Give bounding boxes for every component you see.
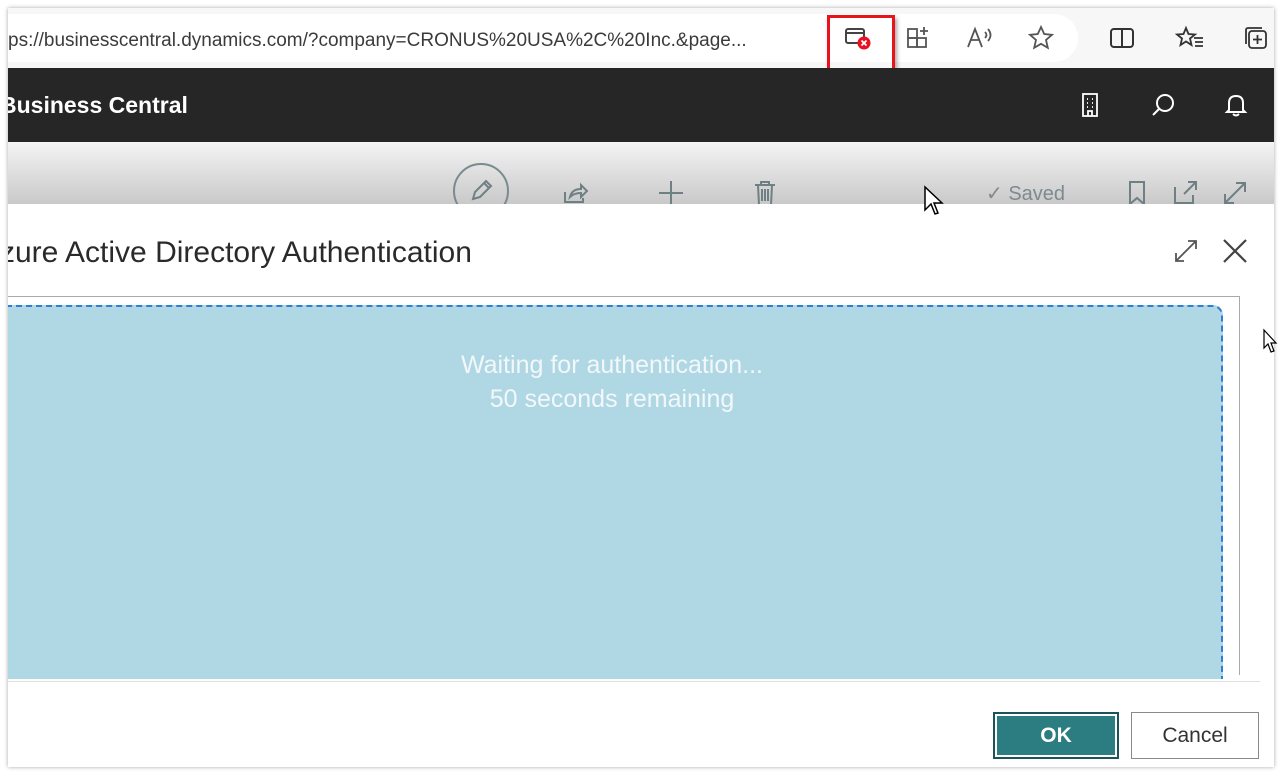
split-screen-icon[interactable] xyxy=(1104,20,1140,56)
dialog-expand-icon[interactable] xyxy=(1169,234,1203,268)
app-header: Business Central xyxy=(8,68,1274,142)
read-aloud-icon[interactable] xyxy=(962,20,998,56)
popup-blocked-highlight xyxy=(827,15,895,71)
app-title: Business Central xyxy=(8,92,188,118)
favorite-star-icon[interactable] xyxy=(1023,20,1059,56)
collections-icon[interactable] xyxy=(1238,20,1274,56)
footer-divider xyxy=(8,681,1260,682)
ok-button[interactable]: OK xyxy=(993,712,1119,759)
auth-waiting-text: Waiting for authentication... xyxy=(460,351,763,379)
close-icon[interactable] xyxy=(1218,234,1252,268)
bookmark-icon[interactable] xyxy=(1122,178,1152,204)
auth-status-panel: Waiting for authentication... 50 seconds… xyxy=(8,305,1223,679)
mouse-cursor-icon xyxy=(923,185,945,222)
notifications-icon[interactable] xyxy=(1219,88,1253,122)
auth-dialog: zure Active Directory Authentication Wai… xyxy=(8,204,1274,767)
expand-icon[interactable] xyxy=(1220,178,1250,204)
browser-toolbar: ps://businesscentral.dynamics.com/?compa… xyxy=(8,8,1274,71)
favorites-icon[interactable] xyxy=(1172,20,1208,56)
url-text[interactable]: ps://businesscentral.dynamics.com/?compa… xyxy=(8,30,820,52)
page-action-bar: ✓ Saved xyxy=(8,142,1274,204)
company-icon[interactable] xyxy=(1073,88,1107,122)
share-icon[interactable] xyxy=(560,178,590,204)
new-icon[interactable] xyxy=(656,178,686,204)
auth-countdown-text: 50 seconds remaining xyxy=(489,385,735,413)
delete-icon[interactable] xyxy=(750,178,780,204)
edit-button[interactable] xyxy=(453,163,509,204)
screenshot-frame: ps://businesscentral.dynamics.com/?compa… xyxy=(8,8,1274,767)
open-new-window-icon[interactable] xyxy=(1170,178,1200,204)
saved-label: Saved xyxy=(1008,183,1066,204)
app-available-icon[interactable] xyxy=(901,20,937,56)
saved-status: ✓ Saved xyxy=(986,181,1065,204)
search-icon[interactable] xyxy=(1146,88,1180,122)
cancel-button[interactable]: Cancel xyxy=(1131,712,1259,759)
dialog-title: zure Active Directory Authentication xyxy=(8,236,472,269)
resize-cursor-icon xyxy=(1262,328,1280,361)
checkmark-icon: ✓ xyxy=(986,183,1003,204)
